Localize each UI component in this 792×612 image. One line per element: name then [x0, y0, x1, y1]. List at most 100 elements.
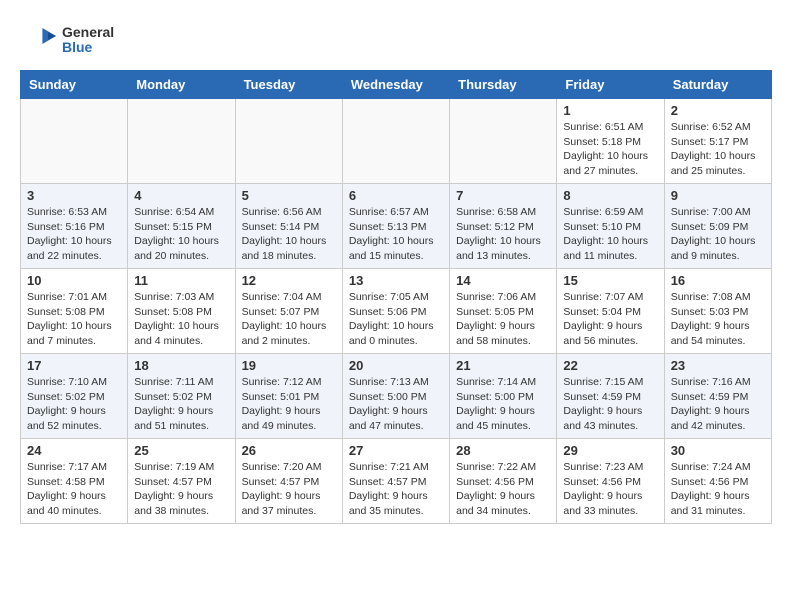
day-info: Sunrise: 7:13 AMSunset: 5:00 PMDaylight:…: [349, 375, 443, 434]
calendar-cell: 15 Sunrise: 7:07 AMSunset: 5:04 PMDayligh…: [557, 269, 664, 354]
calendar-cell: 2 Sunrise: 6:52 AMSunset: 5:17 PMDaylight…: [664, 99, 771, 184]
week-row-4: 17 Sunrise: 7:10 AMSunset: 5:02 PMDayligh…: [21, 354, 772, 439]
day-info: Sunrise: 7:23 AMSunset: 4:56 PMDaylight:…: [563, 460, 657, 519]
day-number: 2: [671, 103, 765, 118]
day-info: Sunrise: 7:06 AMSunset: 5:05 PMDaylight:…: [456, 290, 550, 349]
day-info: Sunrise: 6:56 AMSunset: 5:14 PMDaylight:…: [242, 205, 336, 264]
calendar: SundayMondayTuesdayWednesdayThursdayFrid…: [20, 70, 772, 524]
calendar-cell: 12 Sunrise: 7:04 AMSunset: 5:07 PMDayligh…: [235, 269, 342, 354]
week-row-5: 24 Sunrise: 7:17 AMSunset: 4:58 PMDayligh…: [21, 439, 772, 524]
day-number: 4: [134, 188, 228, 203]
calendar-cell: [21, 99, 128, 184]
day-number: 14: [456, 273, 550, 288]
week-row-3: 10 Sunrise: 7:01 AMSunset: 5:08 PMDayligh…: [21, 269, 772, 354]
weekday-header-friday: Friday: [557, 71, 664, 99]
day-info: Sunrise: 7:24 AMSunset: 4:56 PMDaylight:…: [671, 460, 765, 519]
day-info: Sunrise: 7:16 AMSunset: 4:59 PMDaylight:…: [671, 375, 765, 434]
calendar-cell: 8Sunrise: 6:59 AMSunset: 5:10 PMDaylight…: [557, 184, 664, 269]
logo-text: GeneralBlue: [62, 25, 114, 56]
calendar-cell: 29 Sunrise: 7:23 AMSunset: 4:56 PMDayligh…: [557, 439, 664, 524]
calendar-cell: 16 Sunrise: 7:08 AMSunset: 5:03 PMDayligh…: [664, 269, 771, 354]
weekday-header-saturday: Saturday: [664, 71, 771, 99]
day-info: Sunrise: 7:17 AMSunset: 4:58 PMDaylight:…: [27, 460, 121, 519]
day-number: 11: [134, 273, 228, 288]
calendar-cell: 26 Sunrise: 7:20 AMSunset: 4:57 PMDayligh…: [235, 439, 342, 524]
day-info: Sunrise: 7:15 AMSunset: 4:59 PMDaylight:…: [563, 375, 657, 434]
day-info: Sunrise: 7:00 AMSunset: 5:09 PMDaylight:…: [671, 205, 765, 264]
weekday-header-thursday: Thursday: [450, 71, 557, 99]
calendar-cell: 18 Sunrise: 7:11 AMSunset: 5:02 PMDayligh…: [128, 354, 235, 439]
day-info: Sunrise: 7:04 AMSunset: 5:07 PMDaylight:…: [242, 290, 336, 349]
weekday-header-sunday: Sunday: [21, 71, 128, 99]
day-number: 25: [134, 443, 228, 458]
weekday-header-wednesday: Wednesday: [342, 71, 449, 99]
day-number: 7: [456, 188, 550, 203]
day-info: Sunrise: 7:20 AMSunset: 4:57 PMDaylight:…: [242, 460, 336, 519]
day-info: Sunrise: 7:08 AMSunset: 5:03 PMDaylight:…: [671, 290, 765, 349]
day-number: 12: [242, 273, 336, 288]
weekday-row: SundayMondayTuesdayWednesdayThursdayFrid…: [21, 71, 772, 99]
day-info: Sunrise: 6:51 AMSunset: 5:18 PMDaylight:…: [563, 120, 657, 179]
calendar-cell: 13Sunrise: 7:05 AMSunset: 5:06 PMDayligh…: [342, 269, 449, 354]
day-number: 26: [242, 443, 336, 458]
logo-svg: [20, 20, 60, 60]
day-info: Sunrise: 6:52 AMSunset: 5:17 PMDaylight:…: [671, 120, 765, 179]
day-number: 18: [134, 358, 228, 373]
day-number: 22: [563, 358, 657, 373]
day-number: 28: [456, 443, 550, 458]
calendar-cell: 9 Sunrise: 7:00 AMSunset: 5:09 PMDaylight…: [664, 184, 771, 269]
day-info: Sunrise: 7:07 AMSunset: 5:04 PMDaylight:…: [563, 290, 657, 349]
calendar-header: SundayMondayTuesdayWednesdayThursdayFrid…: [21, 71, 772, 99]
day-number: 27: [349, 443, 443, 458]
day-number: 6: [349, 188, 443, 203]
calendar-cell: [450, 99, 557, 184]
day-info: Sunrise: 7:22 AMSunset: 4:56 PMDaylight:…: [456, 460, 550, 519]
day-info: Sunrise: 7:11 AMSunset: 5:02 PMDaylight:…: [134, 375, 228, 434]
day-info: Sunrise: 7:21 AMSunset: 4:57 PMDaylight:…: [349, 460, 443, 519]
day-number: 9: [671, 188, 765, 203]
logo: GeneralBlue: [20, 20, 114, 60]
day-number: 19: [242, 358, 336, 373]
calendar-cell: 20 Sunrise: 7:13 AMSunset: 5:00 PMDayligh…: [342, 354, 449, 439]
day-number: 24: [27, 443, 121, 458]
calendar-cell: 24 Sunrise: 7:17 AMSunset: 4:58 PMDayligh…: [21, 439, 128, 524]
day-number: 20: [349, 358, 443, 373]
day-number: 5: [242, 188, 336, 203]
day-info: Sunrise: 7:10 AMSunset: 5:02 PMDaylight:…: [27, 375, 121, 434]
calendar-cell: 10 Sunrise: 7:01 AMSunset: 5:08 PMDayligh…: [21, 269, 128, 354]
day-info: Sunrise: 6:57 AMSunset: 5:13 PMDaylight:…: [349, 205, 443, 264]
logo-blue: Blue: [62, 40, 114, 55]
week-row-1: 1Sunrise: 6:51 AMSunset: 5:18 PMDaylight…: [21, 99, 772, 184]
day-number: 30: [671, 443, 765, 458]
calendar-cell: 4 Sunrise: 6:54 AMSunset: 5:15 PMDaylight…: [128, 184, 235, 269]
calendar-cell: 23 Sunrise: 7:16 AMSunset: 4:59 PMDayligh…: [664, 354, 771, 439]
day-info: Sunrise: 7:01 AMSunset: 5:08 PMDaylight:…: [27, 290, 121, 349]
day-number: 16: [671, 273, 765, 288]
day-number: 3: [27, 188, 121, 203]
calendar-cell: 28 Sunrise: 7:22 AMSunset: 4:56 PMDayligh…: [450, 439, 557, 524]
day-info: Sunrise: 6:59 AMSunset: 5:10 PMDaylight:…: [563, 205, 657, 264]
calendar-cell: 25Sunrise: 7:19 AMSunset: 4:57 PMDayligh…: [128, 439, 235, 524]
day-number: 15: [563, 273, 657, 288]
day-number: 21: [456, 358, 550, 373]
calendar-cell: 19 Sunrise: 7:12 AMSunset: 5:01 PMDayligh…: [235, 354, 342, 439]
weekday-header-monday: Monday: [128, 71, 235, 99]
day-info: Sunrise: 7:12 AMSunset: 5:01 PMDaylight:…: [242, 375, 336, 434]
day-number: 10: [27, 273, 121, 288]
day-number: 29: [563, 443, 657, 458]
day-number: 17: [27, 358, 121, 373]
day-info: Sunrise: 6:54 AMSunset: 5:15 PMDaylight:…: [134, 205, 228, 264]
calendar-cell: 17 Sunrise: 7:10 AMSunset: 5:02 PMDayligh…: [21, 354, 128, 439]
week-row-2: 3 Sunrise: 6:53 AMSunset: 5:16 PMDaylight…: [21, 184, 772, 269]
logo-general: General: [62, 25, 114, 40]
calendar-cell: 30 Sunrise: 7:24 AMSunset: 4:56 PMDayligh…: [664, 439, 771, 524]
calendar-cell: 11Sunrise: 7:03 AMSunset: 5:08 PMDayligh…: [128, 269, 235, 354]
calendar-cell: 1Sunrise: 6:51 AMSunset: 5:18 PMDaylight…: [557, 99, 664, 184]
calendar-cell: 27 Sunrise: 7:21 AMSunset: 4:57 PMDayligh…: [342, 439, 449, 524]
calendar-cell: 3 Sunrise: 6:53 AMSunset: 5:16 PMDaylight…: [21, 184, 128, 269]
calendar-cell: 22 Sunrise: 7:15 AMSunset: 4:59 PMDayligh…: [557, 354, 664, 439]
calendar-cell: [128, 99, 235, 184]
day-number: 23: [671, 358, 765, 373]
calendar-cell: 21Sunrise: 7:14 AMSunset: 5:00 PMDayligh…: [450, 354, 557, 439]
day-info: Sunrise: 6:53 AMSunset: 5:16 PMDaylight:…: [27, 205, 121, 264]
